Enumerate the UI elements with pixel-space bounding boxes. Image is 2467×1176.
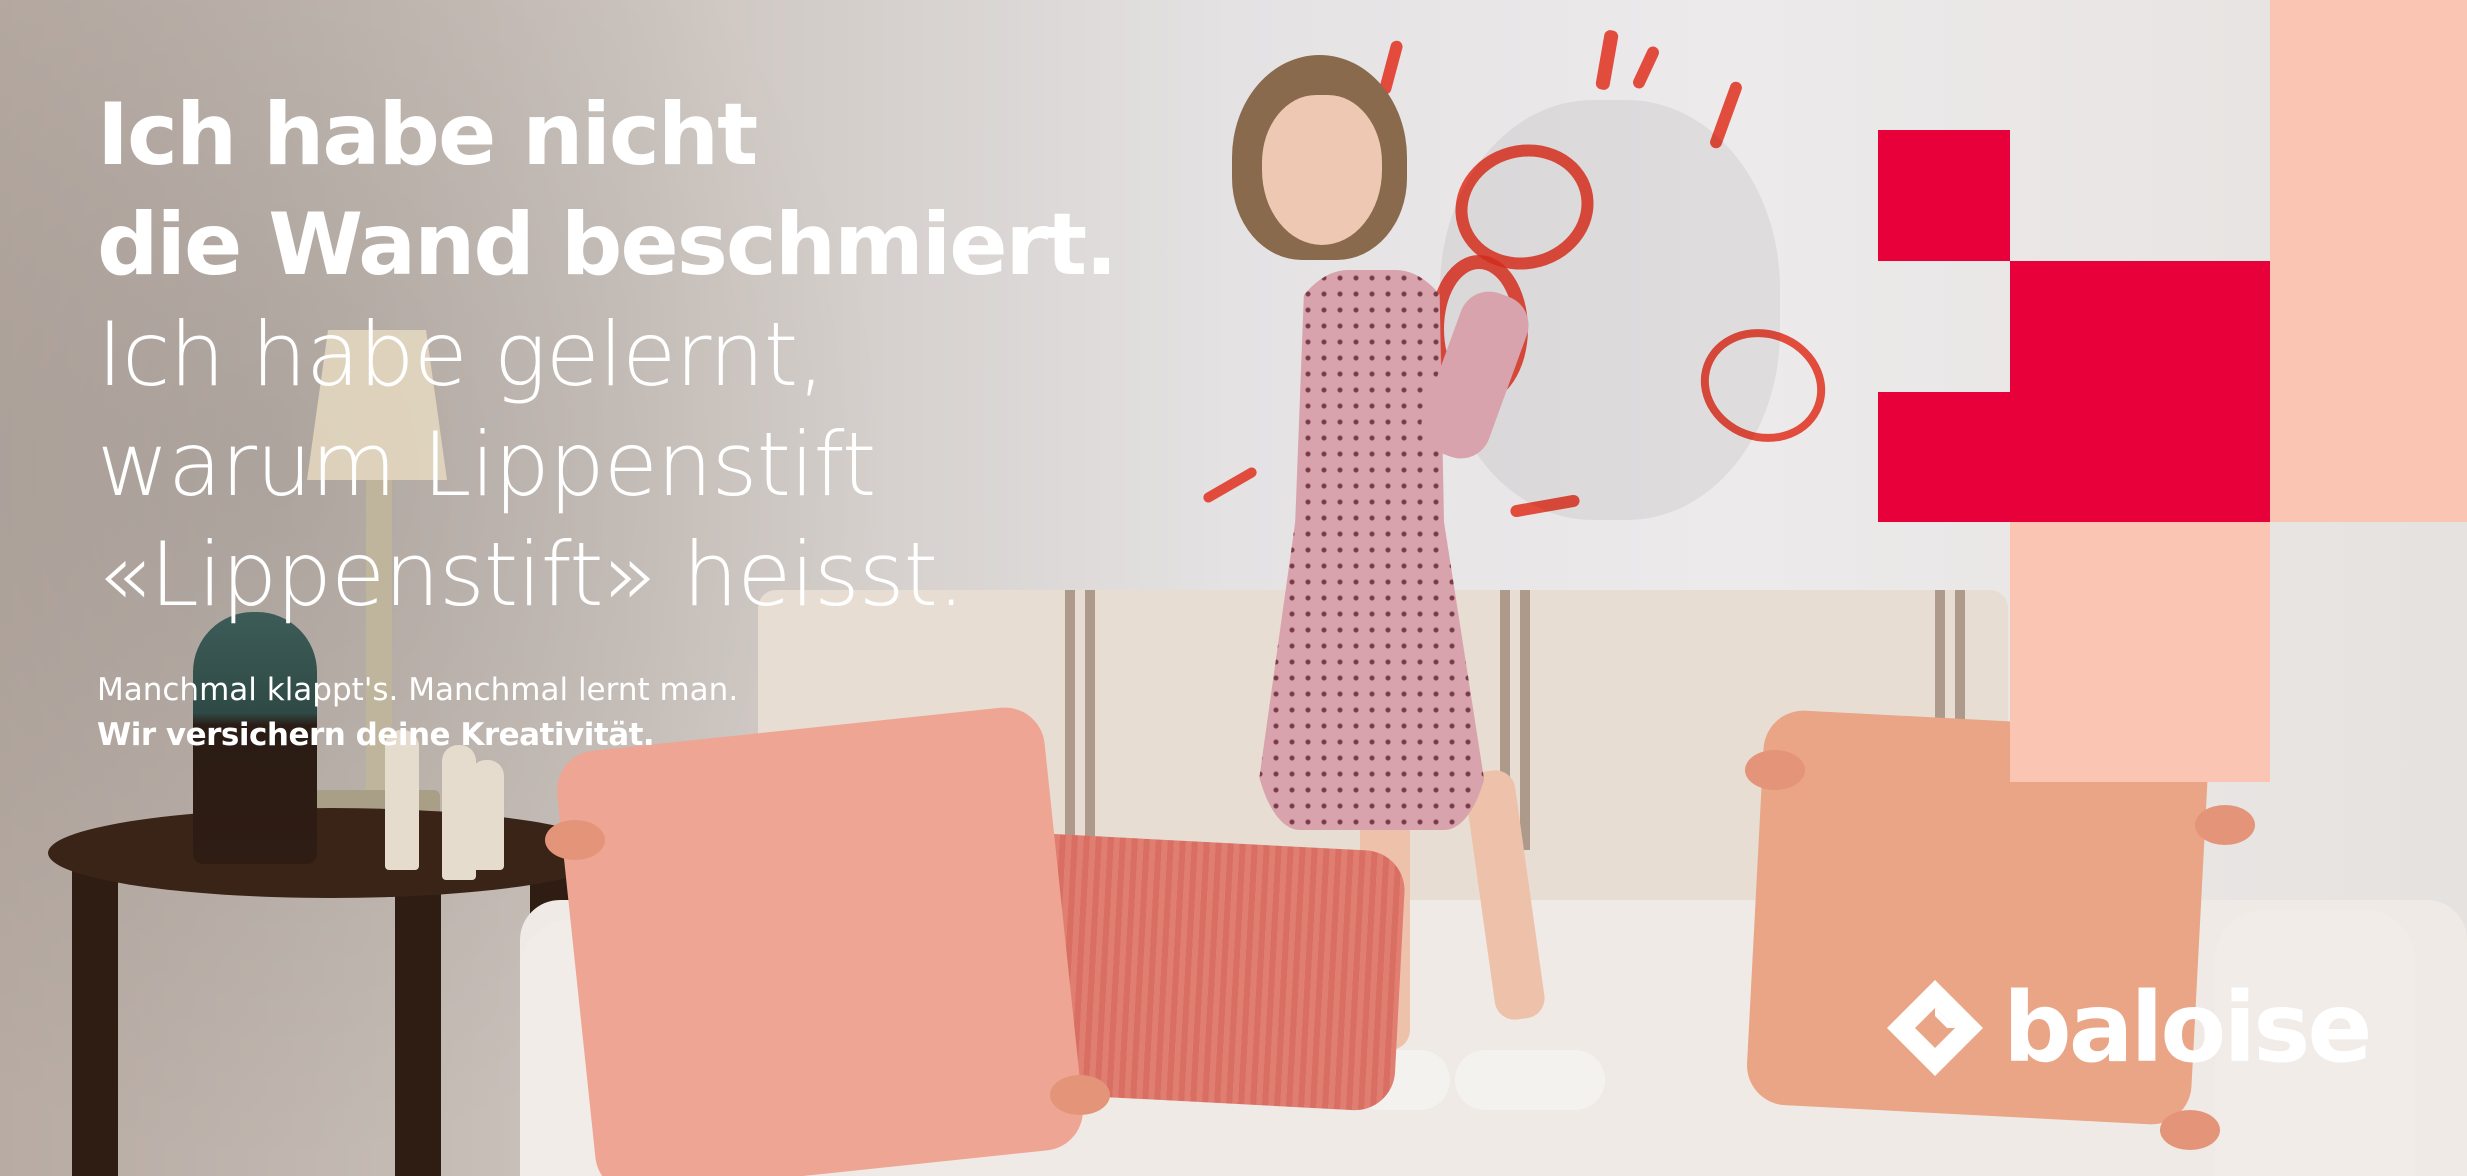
- subline-bold: Wir versichern deine Kreativität.: [97, 717, 655, 753]
- girl-face: [1262, 95, 1382, 245]
- brand-block-red: [1878, 392, 2010, 522]
- baloise-wordmark: baloise: [2003, 972, 2373, 1084]
- baloise-diamond-icon: [1887, 980, 1983, 1076]
- headline-bold-line: Ich habe nicht: [97, 85, 758, 185]
- pillow-tassel: [1745, 750, 1805, 790]
- sneaker: [1455, 1050, 1605, 1110]
- sofa-throw-stripe: [1065, 590, 1075, 850]
- decor-figurine: [470, 760, 504, 870]
- baloise-logo: baloise: [1885, 972, 2373, 1084]
- pillow-left: [553, 703, 1087, 1176]
- side-table-leg: [395, 860, 441, 1176]
- lipstick-streak: [1594, 29, 1620, 91]
- advertisement-banner: Ich habe nicht die Wand beschmiert. Ich …: [0, 0, 2467, 1176]
- pillow-tassel: [1050, 1075, 1110, 1115]
- headline-bold-line: die Wand beschmiert.: [97, 195, 1118, 295]
- lipstick-streak: [1201, 465, 1259, 505]
- sofa-throw-stripe: [1085, 590, 1095, 850]
- brand-block-pink: [2270, 0, 2467, 522]
- side-table-leg: [72, 860, 118, 1176]
- lipstick-streak: [1631, 44, 1661, 91]
- pillow-tassel: [2160, 1110, 2220, 1150]
- brand-block-red: [2010, 261, 2270, 522]
- headline-light-line: Ich habe gelernt,: [97, 303, 825, 406]
- pillow-tassel: [2195, 805, 2255, 845]
- side-table: [48, 808, 614, 898]
- brand-block-pink: [2010, 522, 2270, 782]
- pillow-tassel: [545, 820, 605, 860]
- sofa-throw-stripe: [1520, 590, 1530, 850]
- headline-light-line: «Lippenstift» heisst.: [97, 523, 965, 626]
- headline-light-line: warum Lippenstift: [97, 413, 876, 516]
- subline-regular: Manchmal klappt's. Manchmal lernt man.: [97, 672, 739, 708]
- brand-block-red: [1878, 130, 2010, 261]
